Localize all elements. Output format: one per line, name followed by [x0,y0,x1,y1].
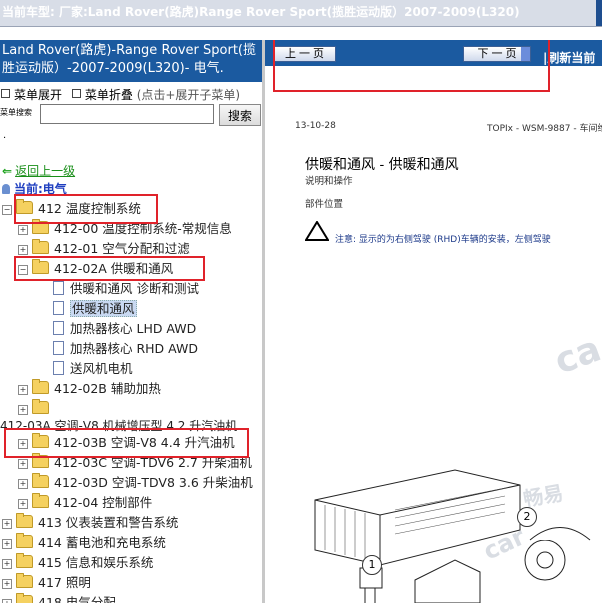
document-icon [53,341,64,355]
folder-icon [32,239,49,254]
tree-leaf-heater-lhd[interactable]: 加热器核心 LHD AWD [53,319,196,339]
expand-toggle-icon[interactable]: + [2,599,12,603]
tree-leaf-label: 送风机电机 [70,361,133,376]
tree-node-412-04[interactable]: +412-04 控制部件 [18,493,152,513]
component-diagram [314,469,591,603]
folder-icon [16,553,33,568]
expand-toggle-icon[interactable]: + [18,225,28,235]
document-note: 注意: 显示的为右侧驾驶 (RHD)车辆的安装，左侧驾驶 [335,235,551,245]
tree-leaf-label: 供暖和通风 [70,300,137,317]
tree-root-dot: . [3,130,7,141]
refresh-current-link[interactable]: |刷新当前 [543,49,595,66]
document-icon [53,361,64,375]
expand-toggle-icon[interactable]: + [2,579,12,589]
tree-node-412-02b[interactable]: +412-02B 辅助加热 [18,379,161,399]
expand-toggle-icon[interactable]: + [18,245,28,255]
tree-node-label: 412-04 控制部件 [54,495,153,510]
expand-icon [1,89,10,98]
search-input[interactable] [40,104,214,124]
watermark-logo: ca [549,328,602,383]
callout-1: 1 [362,555,382,575]
document-icon [53,321,64,335]
tree-node-label: 413 仪表装置和警告系统 [38,515,179,530]
expand-toggle-icon[interactable]: + [18,459,28,469]
tree-node-label: 412-02B 辅助加热 [54,381,161,396]
search-label: 菜单搜索 [0,108,32,117]
tree-node-label: 415 信息和娱乐系统 [38,555,154,570]
folder-icon [32,473,49,488]
collapse-icon [71,89,81,98]
tree-node-label: 418 电气分配 [38,595,116,603]
tree-leaf-diagnosis[interactable]: 供暖和通风 诊断和测试 [53,279,199,299]
highlight-box-412-03b [4,428,249,458]
document-reference: TOPIx - WSM-9887 - 车间维修 [487,124,602,134]
document-subtitle: 说明和操作 [305,176,353,187]
tree-leaf-label: 加热器核心 LHD AWD [70,321,197,336]
tree-node-414[interactable]: +414 蓄电池和充电系统 [2,533,166,553]
menu-expand-link[interactable]: 菜单展开 [14,88,62,102]
document-pane: 上 一 页 下 一 页 |刷新当前 13-10-28 TOPIx - WSM-9… [265,40,602,603]
folder-icon [32,493,49,508]
document-icon [53,301,64,315]
menu-collapse-link[interactable]: 菜单折叠 [85,88,133,102]
folder-icon [16,593,33,603]
tree-node-413[interactable]: +413 仪表装置和警告系统 [2,513,178,533]
expand-toggle-icon[interactable]: + [18,385,28,395]
back-arrow-icon: ⇐ [2,164,13,178]
expand-toggle-icon[interactable]: + [18,405,28,415]
expand-toggle-icon[interactable]: + [18,479,28,489]
document-date: 13-10-28 [295,121,336,131]
user-icon [2,184,10,194]
menu-controls: 菜单展开 菜单折叠 (点击+展开子菜单) [0,86,240,103]
tree-node-417[interactable]: +417 照明 [2,573,91,593]
expand-toggle-icon[interactable]: + [18,499,28,509]
document-section: 部件位置 [305,199,344,210]
title-bar-corner [596,0,602,26]
highlight-box-412 [14,194,158,224]
tree-node-415[interactable]: +415 信息和娱乐系统 [2,553,153,573]
menu-hint: (点击+展开子菜单) [136,88,241,102]
tree-leaf-hvac-selected[interactable]: 供暖和通风 [53,299,137,319]
expand-toggle-icon[interactable]: + [2,559,12,569]
tree-node-412-03d[interactable]: +412-03D 空调-TDV8 3.6 升柴油机 [18,473,253,493]
document-icon [53,281,64,295]
search-button[interactable]: 搜索 [219,104,261,126]
folder-icon [32,379,49,394]
folder-icon [32,399,49,414]
warning-triangle-icon [305,221,329,241]
tree-node-418[interactable]: +418 电气分配 [2,593,116,603]
tree-leaf-label: 供暖和通风 诊断和测试 [70,281,199,296]
tree-leaf-label: 加热器核心 RHD AWD [70,341,199,356]
tree-node-label: 412-01 空气分配和过滤 [54,241,190,256]
highlight-box-page-nav [273,40,550,92]
tree-node-label: 414 蓄电池和充电系统 [38,535,166,550]
folder-icon [16,533,33,548]
tree-leaf-blower-motor[interactable]: 送风机电机 [53,359,133,379]
collapse-toggle-icon[interactable]: − [2,205,12,215]
folder-icon [16,573,33,588]
back-link-label: 返回上一级 [15,164,76,178]
callout-2: 2 [517,507,537,527]
expand-toggle-icon[interactable]: + [2,539,12,549]
document-title: 供暖和通风 - 供暖和通风 [305,157,459,173]
highlight-box-412-02a [14,256,205,281]
current-vehicle-label: 当前车型: 厂家:Land Rover(路虎)Range Rover Sport… [2,5,520,19]
tree-node-label: 417 照明 [38,575,91,590]
menu-title: Land Rover(路虎)-Range Rover Sport(揽胜运动版）-… [0,40,262,82]
back-link[interactable]: ⇐ 返回上一级 [2,162,75,179]
folder-icon [16,513,33,528]
expand-toggle-icon[interactable]: + [2,519,12,529]
left-menu-pane: Land Rover(路虎)-Range Rover Sport(揽胜运动版）-… [0,40,265,603]
tree-node-label: 412-03D 空调-TDV8 3.6 升柴油机 [54,475,253,490]
window-title-bar: 当前车型: 厂家:Land Rover(路虎)Range Rover Sport… [0,0,602,27]
tree-leaf-heater-rhd[interactable]: 加热器核心 RHD AWD [53,339,198,359]
